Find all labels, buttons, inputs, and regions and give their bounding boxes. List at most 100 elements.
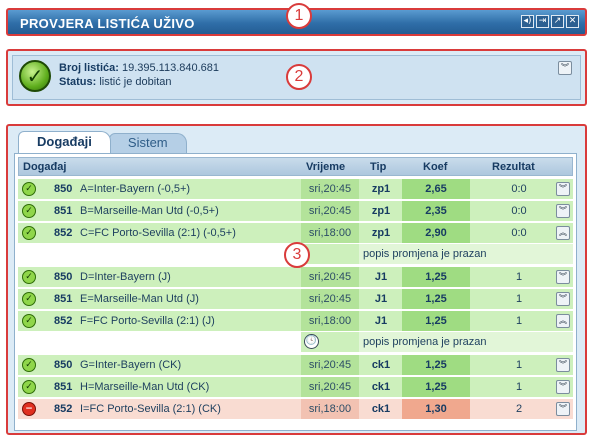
table-row[interactable]: − 852 I=FC Porto-Sevilla (2:1) (CK) sri,… [18, 399, 573, 419]
tab-bar: Događaji Sistem [18, 131, 187, 153]
won-check-icon: ✓ [22, 358, 36, 372]
event-description: H=Marseille-Man Utd (CK) [80, 381, 210, 393]
tab-sistem[interactable]: Sistem [108, 133, 187, 153]
event-description: E=Marseille-Man Utd (J) [80, 293, 199, 305]
won-check-icon: ✓ [22, 270, 36, 284]
events-panel: Događaji Sistem Događaj Vrijeme Tip Koef… [6, 124, 587, 435]
event-code: 852 [54, 227, 73, 239]
sound-icon[interactable]: ◂) [521, 15, 534, 28]
event-result: 1 [515, 271, 523, 283]
event-time: sri,18:00 [301, 399, 359, 419]
event-result: 1 [515, 381, 523, 393]
event-koef: 2,90 [402, 223, 470, 243]
won-check-icon: ✓ [22, 226, 36, 240]
expand-chevron-icon[interactable]: ︾ [556, 358, 570, 372]
event-code: 850 [54, 359, 73, 371]
tab-dogadaji[interactable]: Događaji [18, 131, 111, 153]
column-event: Događaj [23, 161, 67, 173]
table-row[interactable]: ✓ 851 E=Marseille-Man Utd (J) sri,20:45 … [18, 289, 573, 309]
column-tip: Tip [370, 161, 387, 173]
callout-marker-3: 3 [284, 242, 310, 268]
ticket-number-line: Broj listića: 19.395.113.840.681 [59, 62, 219, 74]
table-row[interactable]: ✓ 852 C=FC Porto-Sevilla (2:1) (-0,5+) s… [18, 223, 573, 243]
event-koef: 1,25 [402, 311, 470, 331]
event-description: G=Inter-Bayern (CK) [80, 359, 182, 371]
pin-icon[interactable]: ⇥ [536, 15, 549, 28]
event-tip: ck1 [371, 359, 391, 371]
expand-chevron-icon[interactable]: ︾ [556, 182, 570, 196]
events-table: Događaj Vrijeme Tip Koef Rezultat ✓ 850 … [14, 153, 577, 431]
event-time: sri,18:00 [301, 311, 359, 331]
event-description: I=FC Porto-Sevilla (2:1) (CK) [80, 403, 221, 415]
event-result: 1 [515, 293, 523, 305]
changes-subrow: 🕓 popis promjena je prazan [18, 332, 573, 352]
won-check-icon: ✓ [22, 182, 36, 196]
event-tip: J1 [374, 315, 388, 327]
popout-icon[interactable]: ↗ [551, 15, 564, 28]
event-result: 1 [515, 359, 523, 371]
event-koef: 2,65 [402, 179, 470, 199]
collapse-chevron-icon[interactable]: ︽ [556, 226, 570, 240]
winning-check-icon: ✓ [19, 60, 51, 92]
event-code: 851 [54, 293, 73, 305]
table-row[interactable]: ✓ 850 G=Inter-Bayern (CK) sri,20:45 ck1 … [18, 355, 573, 375]
event-code: 852 [54, 315, 73, 327]
event-koef: 1,25 [402, 289, 470, 309]
event-time: sri,20:45 [301, 377, 359, 397]
event-result: 0:0 [511, 205, 527, 217]
table-row[interactable]: ✓ 851 H=Marseille-Man Utd (CK) sri,20:45… [18, 377, 573, 397]
window-title: PROVJERA LISTIĆA UŽIVO [20, 16, 195, 31]
clock-icon: 🕓 [304, 334, 319, 349]
event-koef: 2,35 [402, 201, 470, 221]
event-code: 852 [54, 403, 73, 415]
close-icon[interactable]: ✕ [566, 15, 579, 28]
event-time: sri,20:45 [301, 289, 359, 309]
changes-empty-text: popis promjena je prazan [359, 332, 573, 352]
event-tip: J1 [374, 271, 388, 283]
column-time: Vrijeme [306, 161, 346, 173]
collapse-chevron-icon[interactable]: ︾ [558, 61, 572, 75]
won-check-icon: ✓ [22, 292, 36, 306]
ticket-status: listić je dobitan [99, 76, 172, 88]
ticket-number-label: Broj listića: [59, 62, 119, 74]
event-code: 851 [54, 381, 73, 393]
event-koef: 1,30 [402, 399, 470, 419]
event-description: F=FC Porto-Sevilla (2:1) (J) [80, 315, 215, 327]
table-row[interactable]: ✓ 852 F=FC Porto-Sevilla (2:1) (J) sri,1… [18, 311, 573, 331]
lost-no-entry-icon: − [22, 402, 36, 416]
expand-chevron-icon[interactable]: ︾ [556, 380, 570, 394]
event-koef: 1,25 [402, 267, 470, 287]
event-result: 2 [515, 403, 523, 415]
won-check-icon: ✓ [22, 314, 36, 328]
expand-chevron-icon[interactable]: ︾ [556, 204, 570, 218]
event-tip: zp1 [371, 183, 391, 195]
changes-empty-text: popis promjena je prazan [359, 244, 573, 264]
event-description: B=Marseille-Man Utd (-0,5+) [80, 205, 219, 217]
table-row[interactable]: ✓ 851 B=Marseille-Man Utd (-0,5+) sri,20… [18, 201, 573, 221]
column-koef: Koef [423, 161, 448, 173]
ticket-number: 19.395.113.840.681 [121, 62, 220, 74]
event-koef: 1,25 [402, 355, 470, 375]
event-description: C=FC Porto-Sevilla (2:1) (-0,5+) [80, 227, 236, 239]
table-row[interactable]: ✓ 850 D=Inter-Bayern (J) sri,20:45 J1 1,… [18, 267, 573, 287]
event-tip: ck1 [371, 403, 391, 415]
event-tip: zp1 [371, 205, 391, 217]
titlebar-buttons: ◂) ⇥ ↗ ✕ [521, 15, 579, 28]
event-result: 0:0 [511, 183, 527, 195]
event-code: 851 [54, 205, 73, 217]
event-koef: 1,25 [402, 377, 470, 397]
expand-chevron-icon[interactable]: ︾ [556, 292, 570, 306]
expand-chevron-icon[interactable]: ︾ [556, 402, 570, 416]
callout-marker-1: 1 [286, 3, 312, 29]
collapse-chevron-icon[interactable]: ︽ [556, 314, 570, 328]
event-tip: ck1 [371, 381, 391, 393]
event-code: 850 [54, 271, 73, 283]
table-row[interactable]: ✓ 850 A=Inter-Bayern (-0,5+) sri,20:45 z… [18, 179, 573, 199]
subrow-time-cell: 🕓 [301, 332, 359, 352]
event-time: sri,20:45 [301, 267, 359, 287]
event-description: D=Inter-Bayern (J) [80, 271, 171, 283]
table-header: Događaj Vrijeme Tip Koef Rezultat [18, 157, 573, 176]
event-code: 850 [54, 183, 73, 195]
expand-chevron-icon[interactable]: ︾ [556, 270, 570, 284]
event-result: 0:0 [511, 227, 527, 239]
